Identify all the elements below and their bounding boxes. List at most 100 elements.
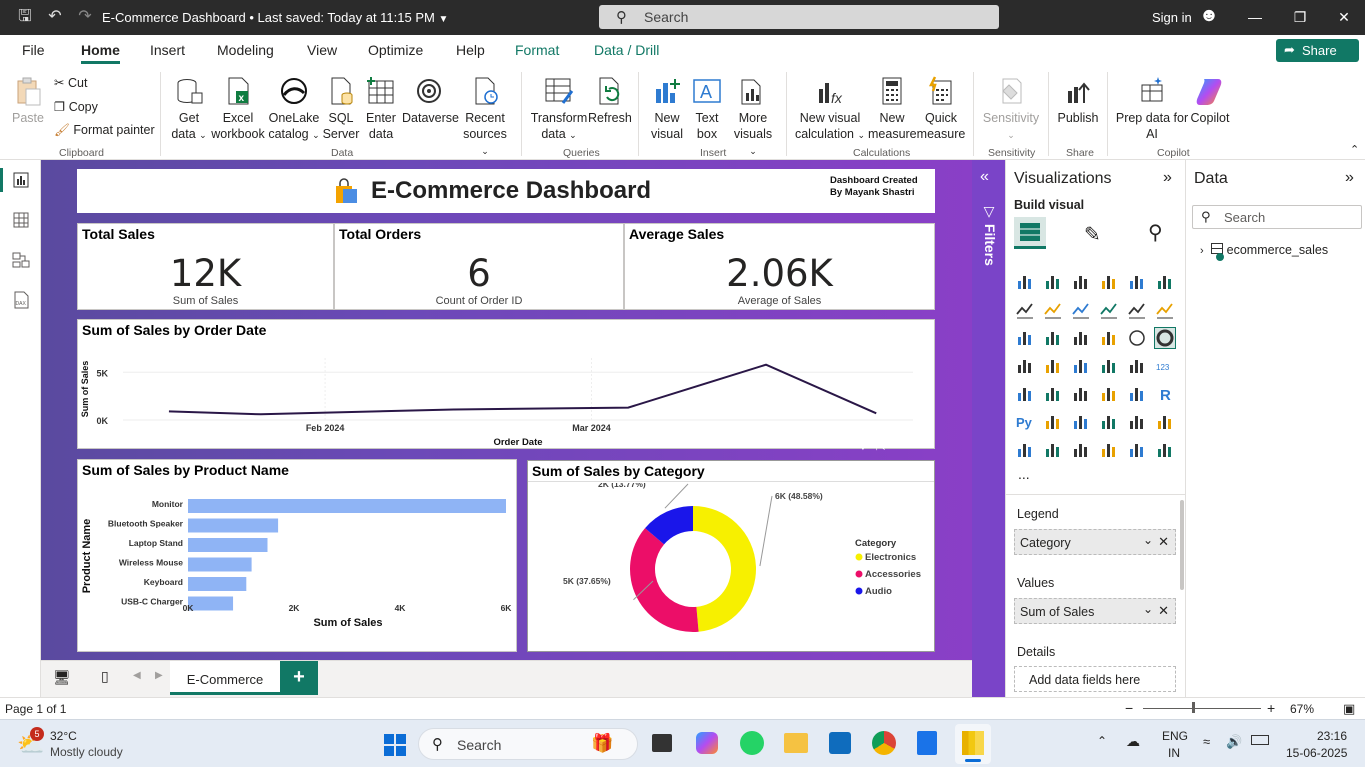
line-stacked-visual-icon[interactable] (1043, 328, 1063, 348)
gauge-visual-icon[interactable] (1127, 356, 1147, 376)
redo-icon[interactable]: ↷ (76, 8, 94, 26)
metrics-visual-icon[interactable] (1015, 440, 1035, 460)
zoom-slider[interactable] (1143, 708, 1261, 709)
tab-insert[interactable]: Insert (150, 42, 185, 58)
sql-server-button[interactable]: SQL Server (322, 75, 360, 142)
dashboard-header[interactable]: E-Commerce Dashboard Dashboard Created By… (77, 169, 935, 213)
zoom-slider-thumb[interactable] (1192, 702, 1195, 713)
refresh-button[interactable]: Refresh (588, 75, 632, 126)
copilot-app-icon[interactable] (696, 732, 718, 754)
slicer-visual-icon[interactable] (1071, 384, 1091, 404)
next-page-icon[interactable]: ▶ (155, 670, 163, 681)
clock-date[interactable]: 15-06-2025 (1286, 746, 1347, 760)
details-field-well[interactable]: Add data fields here (1014, 666, 1176, 692)
scatter-visual-icon[interactable] (1099, 328, 1119, 348)
taskbar-search[interactable]: ⚲ Search 🎁 (418, 728, 638, 760)
build-visual-tab[interactable] (1014, 217, 1046, 249)
line-chart[interactable]: 0K 5K Feb 2024 Mar 2024 Order Date Sum of Sal… (78, 338, 934, 448)
chevron-right-icon[interactable]: › (1200, 245, 1204, 257)
get-data-button[interactable]: Get data ⌄ (168, 75, 210, 143)
expand-filters-icon[interactable]: « (980, 168, 989, 186)
tab-file[interactable]: File (22, 42, 45, 58)
stacked-column-visual-icon[interactable] (1043, 272, 1063, 292)
filters-pane-collapsed[interactable]: « ▽ Filters (972, 160, 1005, 697)
collapse-ribbon-icon[interactable]: ⌃ (1350, 143, 1359, 156)
tab-data-drill[interactable]: Data / Drill (594, 42, 659, 58)
tab-optimize[interactable]: Optimize (368, 42, 423, 58)
100-bar-visual-icon[interactable] (1127, 272, 1147, 292)
donut-visual-icon[interactable] (1154, 327, 1176, 349)
share-button[interactable]: ➦ Share (1276, 39, 1359, 62)
card-visual-icon[interactable]: 123 (1155, 356, 1175, 376)
remove-field-icon[interactable]: ✕ (1158, 603, 1169, 619)
document-title[interactable]: E-Commerce Dashboard • Last saved: Today… (102, 10, 448, 25)
copilot-visual-visual-icon[interactable] (1127, 440, 1147, 460)
cloud-icon[interactable]: ☁ (1126, 733, 1140, 750)
language-code[interactable]: ENG (1162, 729, 1188, 743)
quick-measure-button[interactable]: Quick measure (916, 75, 966, 142)
smart-narrative-visual-icon[interactable] (1127, 412, 1147, 432)
save-icon[interactable]: 🖫 (16, 8, 34, 26)
copilot-button[interactable]: Copilot (1188, 75, 1232, 126)
decomposition-tree-visual-icon[interactable] (1071, 412, 1091, 432)
waterfall-visual-icon[interactable] (1127, 300, 1147, 320)
matrix-visual-icon[interactable] (1127, 384, 1147, 404)
dataverse-button[interactable]: Dataverse (402, 75, 459, 126)
more-options-icon[interactable]: ⋯ (892, 439, 904, 453)
multi-row-card-visual-icon[interactable] (1015, 384, 1035, 404)
paste-button[interactable]: Paste (10, 75, 46, 126)
bar-chart[interactable]: Monitor Bluetooth Speaker Laptop Stand Wire… (78, 478, 516, 651)
sensitivity-button[interactable]: Sensitivity ⌄ (981, 75, 1041, 143)
clock-time[interactable]: 23:16 (1317, 729, 1347, 743)
clustered-bar-visual-icon[interactable] (1071, 272, 1091, 292)
windows-start-icon[interactable] (383, 733, 407, 757)
qa-visual-icon[interactable] (1099, 412, 1119, 432)
chevron-down-icon[interactable]: ⌄ (1143, 602, 1153, 616)
prep-data-for-ai-button[interactable]: Prep data for AI (1114, 75, 1190, 142)
table-visual-icon[interactable] (1099, 384, 1119, 404)
page-tab[interactable]: E-Commerce (170, 661, 280, 695)
paginated-visual-icon[interactable] (1155, 412, 1175, 432)
stacked-bar-visual-icon[interactable] (1015, 272, 1035, 292)
narrative-visual-icon[interactable] (1099, 440, 1119, 460)
report-canvas[interactable]: E-Commerce Dashboard Dashboard Created By… (41, 160, 972, 660)
recent-sources-button[interactable]: Recent sources ⌄ (458, 75, 512, 159)
remove-field-icon[interactable]: ✕ (1158, 534, 1169, 550)
notepad-icon[interactable] (917, 731, 937, 755)
enter-data-button[interactable]: Enter data (362, 75, 400, 142)
map-visual-icon[interactable] (1043, 356, 1063, 376)
collapse-viz-icon[interactable]: » (1163, 169, 1172, 187)
line-column-visual-icon[interactable] (1155, 300, 1175, 320)
tab-view[interactable]: View (307, 42, 337, 58)
cut-button[interactable]: ✂ Cut (54, 75, 87, 90)
azure-map-visual-icon[interactable] (1099, 356, 1119, 376)
donut-chart-card[interactable]: Sum of Sales by Category 6K (48.58%) 5K (… (527, 460, 935, 652)
file-explorer-icon[interactable] (784, 733, 808, 753)
copy-button[interactable]: ❐ Copy (54, 99, 98, 114)
line-visual-icon[interactable] (1015, 300, 1035, 320)
kpi-card-total-orders[interactable]: Total Orders 6 Count of Order ID (334, 223, 624, 310)
add-page-button[interactable]: + (280, 661, 318, 695)
new-measure-button[interactable]: New measure (868, 75, 917, 142)
funnel-visual-icon[interactable] (1071, 328, 1091, 348)
model-view-icon[interactable] (11, 250, 31, 270)
undo-icon[interactable]: ↶ (46, 8, 64, 26)
pie-visual-icon[interactable] (1127, 328, 1147, 348)
more-visuals-ellipsis[interactable]: ... (1018, 466, 1030, 482)
sign-in-button[interactable]: Sign in (1152, 10, 1192, 25)
donut-chart[interactable]: 6K (48.58%) 5K (37.65%) 2K (13.77%) Categor… (528, 483, 934, 651)
focus-mode-icon[interactable]: ⇱ (876, 439, 886, 453)
scrollbar[interactable] (1180, 500, 1184, 590)
whatsapp-icon[interactable] (740, 731, 764, 755)
filled-map-visual-icon[interactable] (1071, 356, 1091, 376)
battery-icon[interactable] (1251, 735, 1269, 745)
treemap-visual-icon[interactable] (1015, 356, 1035, 376)
chrome-icon[interactable] (872, 731, 896, 755)
dax-query-view-icon[interactable]: DAX (11, 290, 31, 310)
task-view-icon[interactable] (652, 734, 672, 752)
zoom-out-button[interactable]: − (1125, 700, 1133, 716)
powerbi-taskbar-button[interactable] (955, 724, 991, 764)
store-icon[interactable] (829, 732, 851, 754)
text-box-button[interactable]: A Text box (688, 75, 726, 142)
mobile-layout-icon[interactable]: ▯ (101, 668, 109, 685)
